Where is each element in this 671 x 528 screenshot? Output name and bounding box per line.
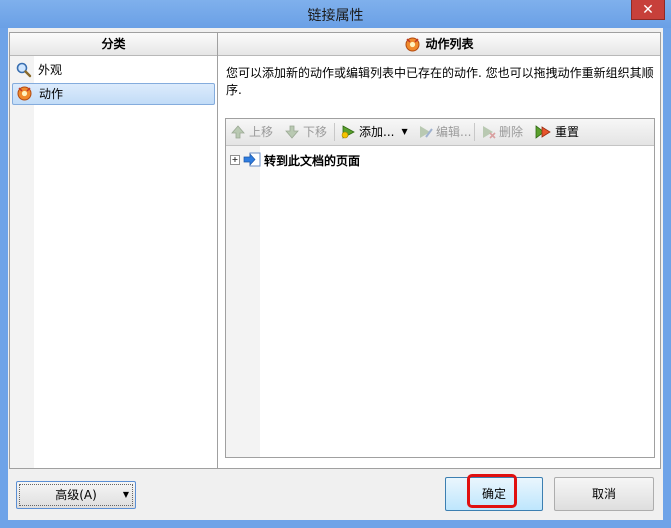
- delete-action-icon: [483, 126, 496, 139]
- move-up-icon: [231, 125, 245, 139]
- category-item-action[interactable]: 动作: [12, 83, 215, 105]
- category-item-label: 动作: [39, 87, 64, 101]
- focus-outline: [19, 484, 133, 506]
- add-action-button[interactable]: 添加... ▼: [340, 123, 408, 141]
- chevron-down-icon: ▼: [122, 490, 129, 499]
- toolbar-separator: [334, 123, 335, 141]
- goto-page-icon: [243, 152, 261, 167]
- magnifier-icon: [16, 62, 32, 78]
- action-gear-icon: [405, 37, 420, 51]
- action-tree-item[interactable]: + 转到此文档的页面: [230, 151, 360, 169]
- action-header-label: 动作列表: [425, 37, 474, 51]
- action-tree-label: 转到此文档的页面: [264, 153, 361, 168]
- delete-action-button[interactable]: 删除: [480, 123, 523, 141]
- move-up-button[interactable]: 上移: [230, 123, 273, 141]
- move-up-label: 上移: [249, 125, 274, 139]
- close-button[interactable]: ✕: [631, 0, 665, 20]
- delete-action-label: 删除: [499, 125, 524, 139]
- action-description: 您可以添加新的动作或编辑列表中已存在的动作. 您也可以拖拽动作重新组织其顺序.: [226, 66, 654, 97]
- category-list: 外观 动作: [10, 59, 217, 107]
- expand-icon[interactable]: +: [230, 155, 240, 165]
- dialog-window: 链接属性 ✕ 分类 外观 动作 动作列表 您可以添加新的动作或编辑列表中已存在的…: [0, 0, 671, 528]
- move-down-label: 下移: [303, 125, 328, 139]
- toolbar-separator: [474, 123, 475, 141]
- category-item-appearance[interactable]: 外观: [12, 59, 215, 81]
- category-rail: [10, 56, 34, 468]
- reset-actions-button[interactable]: 重置: [534, 123, 579, 141]
- advanced-button[interactable]: 高级(A) ▼: [16, 481, 136, 509]
- add-action-icon: [341, 125, 355, 139]
- dialog-client: 分类 外观 动作 动作列表 您可以添加新的动作或编辑列表中已存在的动作. 您也可…: [8, 28, 663, 520]
- title-bar[interactable]: 链接属性 ✕: [0, 0, 671, 28]
- action-pane: 动作列表 您可以添加新的动作或编辑列表中已存在的动作. 您也可以拖拽动作重新组织…: [218, 33, 660, 468]
- category-pane: 分类 外观 动作: [10, 33, 218, 468]
- add-action-label: 添加...: [359, 125, 395, 139]
- window-title: 链接属性: [307, 8, 364, 24]
- edit-action-label: 编辑...: [436, 125, 472, 139]
- category-header: 分类: [10, 33, 217, 56]
- reset-actions-icon: [535, 125, 551, 139]
- action-gear-icon: [17, 86, 32, 101]
- move-down-icon: [285, 125, 299, 139]
- action-header: 动作列表: [218, 33, 660, 56]
- tree-rail: [226, 146, 260, 457]
- highlight-box: [467, 474, 517, 508]
- cancel-button[interactable]: 取消: [554, 477, 654, 511]
- category-item-label: 外观: [38, 63, 63, 77]
- action-list-box: 上移 下移 添加... ▼ 编辑... 删除 重置 + 转到此文档的页面: [225, 118, 655, 458]
- edit-action-icon: [420, 126, 433, 138]
- edit-action-button[interactable]: 编辑...: [417, 123, 471, 141]
- move-down-button[interactable]: 下移: [284, 123, 327, 141]
- action-toolbar: 上移 下移 添加... ▼ 编辑... 删除 重置: [226, 119, 654, 146]
- reset-actions-label: 重置: [555, 125, 580, 139]
- properties-panel: 分类 外观 动作 动作列表 您可以添加新的动作或编辑列表中已存在的动作. 您也可…: [9, 32, 661, 469]
- chevron-down-icon[interactable]: ▼: [401, 123, 407, 141]
